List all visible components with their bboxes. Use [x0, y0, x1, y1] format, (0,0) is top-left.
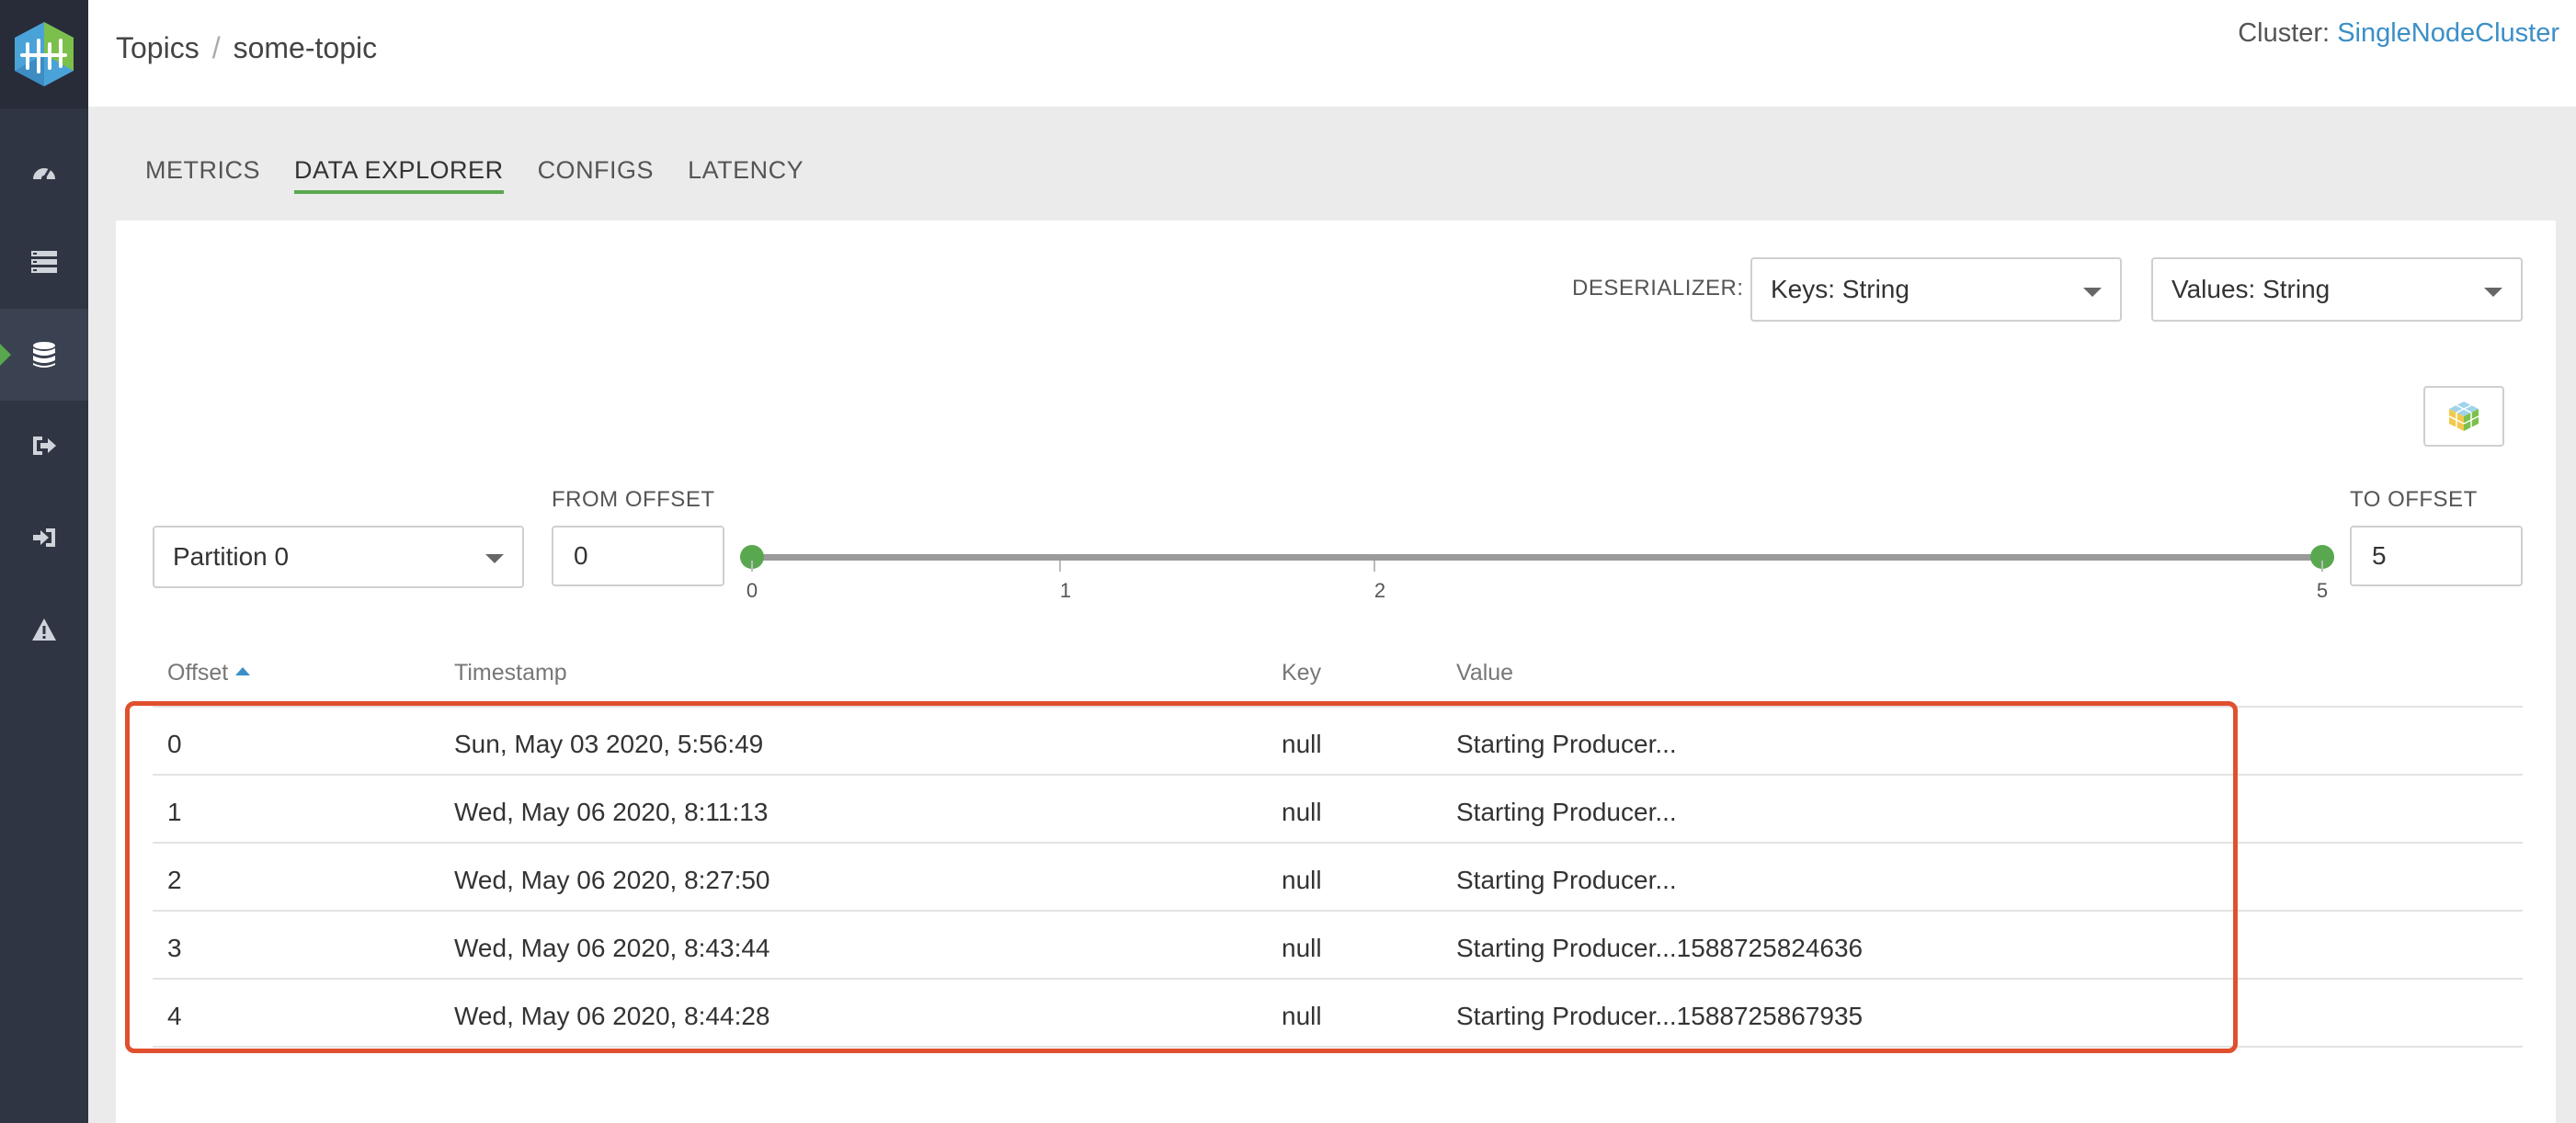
producer-icon: [33, 437, 56, 455]
to-offset-input[interactable]: 5: [2350, 526, 2523, 586]
chevron-down-icon: [2083, 288, 2102, 297]
dashboard-icon: [33, 168, 55, 181]
partition-value: Partition 0: [173, 542, 290, 571]
to-offset-value: 5: [2372, 541, 2387, 570]
alert-icon: [32, 618, 56, 641]
column-header-offset-label: Offset: [167, 660, 229, 686]
column-header-timestamp[interactable]: Timestamp: [454, 660, 567, 686]
cluster-info: Cluster: SingleNodeCluster: [2238, 18, 2559, 49]
chevron-down-icon: [485, 554, 504, 563]
sidebar-item-brokers[interactable]: [0, 216, 88, 308]
breadcrumb-topics[interactable]: Topics: [116, 31, 199, 65]
tab-latency[interactable]: LATENCY: [688, 156, 804, 194]
slider-tick-label: 1: [1059, 579, 1072, 602]
cube-icon: [2448, 402, 2479, 431]
keys-deserializer-value: Keys: String: [1771, 275, 1909, 303]
breadcrumb-current-topic: some-topic: [233, 31, 378, 64]
values-deserializer-value: Values: String: [2171, 275, 2331, 303]
sidebar-item-alerts[interactable]: [0, 584, 88, 675]
deserializer-label: DESERIALIZER:: [1572, 276, 1744, 301]
offset-range-slider[interactable]: [752, 554, 2322, 561]
brokers-list-icon: [31, 251, 57, 273]
sidebar-item-topics[interactable]: [0, 309, 88, 401]
sidebar: [0, 0, 88, 1123]
slider-tick: [1059, 561, 1061, 572]
slider-tick-label: 5: [2316, 579, 2329, 602]
cluster-link[interactable]: SingleNodeCluster: [2337, 18, 2559, 48]
sidebar-item-consumers[interactable]: [0, 492, 88, 584]
partition-select[interactable]: Partition 0: [153, 526, 524, 588]
sidebar-item-dashboard[interactable]: [0, 126, 88, 218]
slider-tick-label: 2: [1373, 579, 1386, 602]
to-offset-label: TO OFFSET: [2350, 487, 2478, 512]
slider-tick: [1373, 561, 1375, 572]
cluster-label: Cluster:: [2238, 18, 2331, 48]
column-header-offset[interactable]: Offset: [167, 660, 251, 686]
breadcrumb: Topics / some-topic: [116, 31, 377, 65]
breadcrumb-separator: /: [211, 31, 221, 64]
tab-data-explorer[interactable]: DATA EXPLORER: [294, 156, 504, 194]
header: Topics / some-topic Cluster: SingleNodeC…: [88, 0, 2576, 107]
topic-tabs: METRICS DATA EXPLORER CONFIGS LATENCY: [145, 156, 804, 194]
column-header-key[interactable]: Key: [1282, 660, 1321, 686]
chevron-down-icon: [2484, 288, 2502, 297]
values-deserializer-select[interactable]: Values: String: [2151, 257, 2523, 322]
from-offset-value: 0: [574, 541, 588, 570]
column-header-value[interactable]: Value: [1456, 660, 1513, 686]
keys-deserializer-select[interactable]: Keys: String: [1750, 257, 2122, 322]
kafka-logo[interactable]: [0, 0, 88, 108]
from-offset-label: FROM OFFSET: [552, 487, 715, 512]
sidebar-item-producers[interactable]: [0, 400, 88, 492]
tab-configs[interactable]: CONFIGS: [538, 156, 655, 194]
slider-tick: [751, 561, 753, 572]
database-icon: [33, 342, 55, 368]
consumer-icon: [33, 528, 55, 547]
tab-metrics[interactable]: METRICS: [145, 156, 260, 194]
slider-tick-label: 0: [746, 579, 758, 602]
sort-ascending-icon: [235, 666, 251, 675]
from-offset-input[interactable]: 0: [552, 526, 724, 586]
kafka-logo-icon: [15, 22, 74, 86]
cube-view-button[interactable]: [2423, 386, 2504, 447]
highlight-annotation-box: [125, 701, 2238, 1053]
slider-tick: [2321, 561, 2323, 572]
